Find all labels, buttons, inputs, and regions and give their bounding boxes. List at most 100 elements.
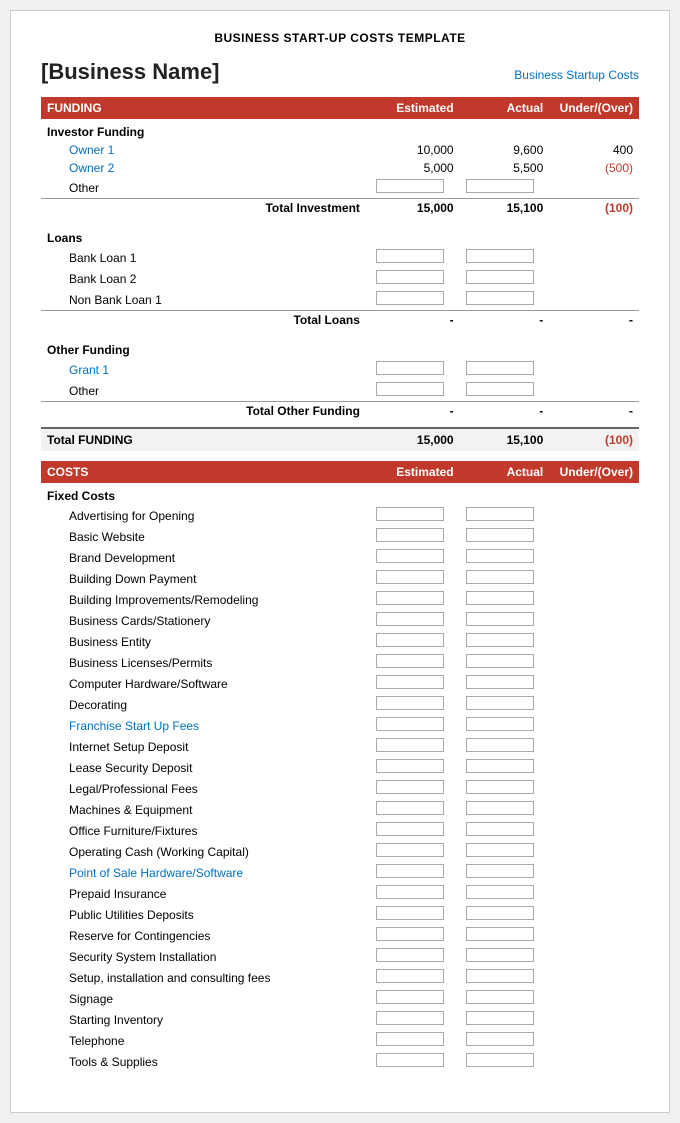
cost-item-act-cell[interactable] bbox=[460, 652, 550, 673]
total-inv-est: 15,000 bbox=[370, 199, 460, 218]
grant1-est-cell[interactable] bbox=[370, 359, 460, 380]
cost-item-est-cell[interactable] bbox=[370, 904, 460, 925]
cost-item-diff-cell bbox=[549, 1009, 639, 1030]
total-funding-est: 15,000 bbox=[370, 428, 460, 451]
total-inv-label: Total Investment bbox=[41, 199, 370, 218]
cost-item-est-cell[interactable] bbox=[370, 547, 460, 568]
non-bank-loan1-act-cell[interactable] bbox=[460, 289, 550, 311]
total-funding-act: 15,100 bbox=[460, 428, 550, 451]
cost-item-label: Business Licenses/Permits bbox=[41, 652, 370, 673]
owner2-row: Owner 2 5,000 5,500 (500) bbox=[41, 159, 639, 177]
cost-item-est-cell[interactable] bbox=[370, 883, 460, 904]
cost-item-act-cell[interactable] bbox=[460, 568, 550, 589]
cost-item-est-cell[interactable] bbox=[370, 631, 460, 652]
cost-item-diff-cell bbox=[549, 526, 639, 547]
page-title: BUSINESS START-UP COSTS TEMPLATE bbox=[41, 31, 639, 45]
non-bank-loan1-diff bbox=[549, 289, 639, 311]
cost-item-act-cell[interactable] bbox=[460, 988, 550, 1009]
other-inv-act-cell[interactable] bbox=[460, 177, 550, 199]
cost-item-est-cell[interactable] bbox=[370, 610, 460, 631]
cost-item-diff-cell bbox=[549, 673, 639, 694]
owner2-estimated: 5,000 bbox=[370, 159, 460, 177]
owner2-under: (500) bbox=[549, 159, 639, 177]
bank-loan2-act-cell[interactable] bbox=[460, 268, 550, 289]
cost-item-est-cell[interactable] bbox=[370, 820, 460, 841]
cost-item-row: Security System Installation bbox=[41, 946, 639, 967]
cost-item-est-cell[interactable] bbox=[370, 1030, 460, 1051]
other-inv-est-cell[interactable] bbox=[370, 177, 460, 199]
cost-item-est-cell[interactable] bbox=[370, 778, 460, 799]
cost-item-act-cell[interactable] bbox=[460, 1009, 550, 1030]
cost-item-diff-cell bbox=[549, 631, 639, 652]
cost-item-est-cell[interactable] bbox=[370, 589, 460, 610]
non-bank-loan1-est-cell[interactable] bbox=[370, 289, 460, 311]
other-fund-est-cell[interactable] bbox=[370, 380, 460, 402]
cost-item-est-cell[interactable] bbox=[370, 568, 460, 589]
cost-item-act-cell[interactable] bbox=[460, 925, 550, 946]
other-fund-act-cell[interactable] bbox=[460, 380, 550, 402]
funding-col-actual: Actual bbox=[460, 97, 550, 119]
cost-item-act-cell[interactable] bbox=[460, 694, 550, 715]
investor-header-row: Investor Funding bbox=[41, 119, 639, 141]
breadcrumb[interactable]: Business Startup Costs bbox=[514, 68, 639, 82]
cost-item-est-cell[interactable] bbox=[370, 1051, 460, 1072]
cost-item-est-cell[interactable] bbox=[370, 715, 460, 736]
cost-item-est-cell[interactable] bbox=[370, 694, 460, 715]
page-container: BUSINESS START-UP COSTS TEMPLATE [Busine… bbox=[10, 10, 670, 1113]
divider1 bbox=[41, 217, 639, 225]
bank-loan2-row: Bank Loan 2 bbox=[41, 268, 639, 289]
cost-item-act-cell[interactable] bbox=[460, 526, 550, 547]
cost-item-act-cell[interactable] bbox=[460, 589, 550, 610]
cost-item-act-cell[interactable] bbox=[460, 610, 550, 631]
cost-item-act-cell[interactable] bbox=[460, 904, 550, 925]
cost-item-diff-cell bbox=[549, 778, 639, 799]
cost-item-label: Legal/Professional Fees bbox=[41, 778, 370, 799]
cost-item-diff-cell bbox=[549, 841, 639, 862]
cost-item-act-cell[interactable] bbox=[460, 736, 550, 757]
cost-item-act-cell[interactable] bbox=[460, 946, 550, 967]
cost-item-label: Advertising for Opening bbox=[41, 505, 370, 526]
cost-item-est-cell[interactable] bbox=[370, 946, 460, 967]
cost-item-est-cell[interactable] bbox=[370, 1009, 460, 1030]
cost-item-act-cell[interactable] bbox=[460, 883, 550, 904]
cost-item-act-cell[interactable] bbox=[460, 673, 550, 694]
cost-item-row: Computer Hardware/Software bbox=[41, 673, 639, 694]
cost-item-label: Building Down Payment bbox=[41, 568, 370, 589]
cost-item-act-cell[interactable] bbox=[460, 505, 550, 526]
cost-item-row: Internet Setup Deposit bbox=[41, 736, 639, 757]
cost-item-est-cell[interactable] bbox=[370, 799, 460, 820]
cost-item-est-cell[interactable] bbox=[370, 967, 460, 988]
cost-item-act-cell[interactable] bbox=[460, 862, 550, 883]
cost-item-act-cell[interactable] bbox=[460, 841, 550, 862]
cost-item-act-cell[interactable] bbox=[460, 631, 550, 652]
cost-item-act-cell[interactable] bbox=[460, 778, 550, 799]
cost-item-est-cell[interactable] bbox=[370, 988, 460, 1009]
cost-item-act-cell[interactable] bbox=[460, 1051, 550, 1072]
grant1-act-cell[interactable] bbox=[460, 359, 550, 380]
cost-item-diff-cell bbox=[549, 946, 639, 967]
total-other-est: - bbox=[370, 402, 460, 421]
bank-loan2-label: Bank Loan 2 bbox=[41, 268, 370, 289]
cost-item-act-cell[interactable] bbox=[460, 799, 550, 820]
cost-item-act-cell[interactable] bbox=[460, 715, 550, 736]
cost-item-est-cell[interactable] bbox=[370, 526, 460, 547]
bank-loan1-est-cell[interactable] bbox=[370, 247, 460, 268]
cost-item-act-cell[interactable] bbox=[460, 547, 550, 568]
cost-item-est-cell[interactable] bbox=[370, 841, 460, 862]
cost-item-est-cell[interactable] bbox=[370, 652, 460, 673]
cost-item-est-cell[interactable] bbox=[370, 862, 460, 883]
total-loans-diff: - bbox=[549, 311, 639, 330]
cost-item-est-cell[interactable] bbox=[370, 673, 460, 694]
cost-item-act-cell[interactable] bbox=[460, 967, 550, 988]
cost-item-label: Decorating bbox=[41, 694, 370, 715]
bank-loan1-act-cell[interactable] bbox=[460, 247, 550, 268]
bank-loan2-est-cell[interactable] bbox=[370, 268, 460, 289]
cost-item-est-cell[interactable] bbox=[370, 757, 460, 778]
cost-item-act-cell[interactable] bbox=[460, 757, 550, 778]
cost-item-est-cell[interactable] bbox=[370, 505, 460, 526]
cost-item-est-cell[interactable] bbox=[370, 925, 460, 946]
cost-item-est-cell[interactable] bbox=[370, 736, 460, 757]
cost-item-act-cell[interactable] bbox=[460, 1030, 550, 1051]
cost-item-row: Business Entity bbox=[41, 631, 639, 652]
cost-item-act-cell[interactable] bbox=[460, 820, 550, 841]
